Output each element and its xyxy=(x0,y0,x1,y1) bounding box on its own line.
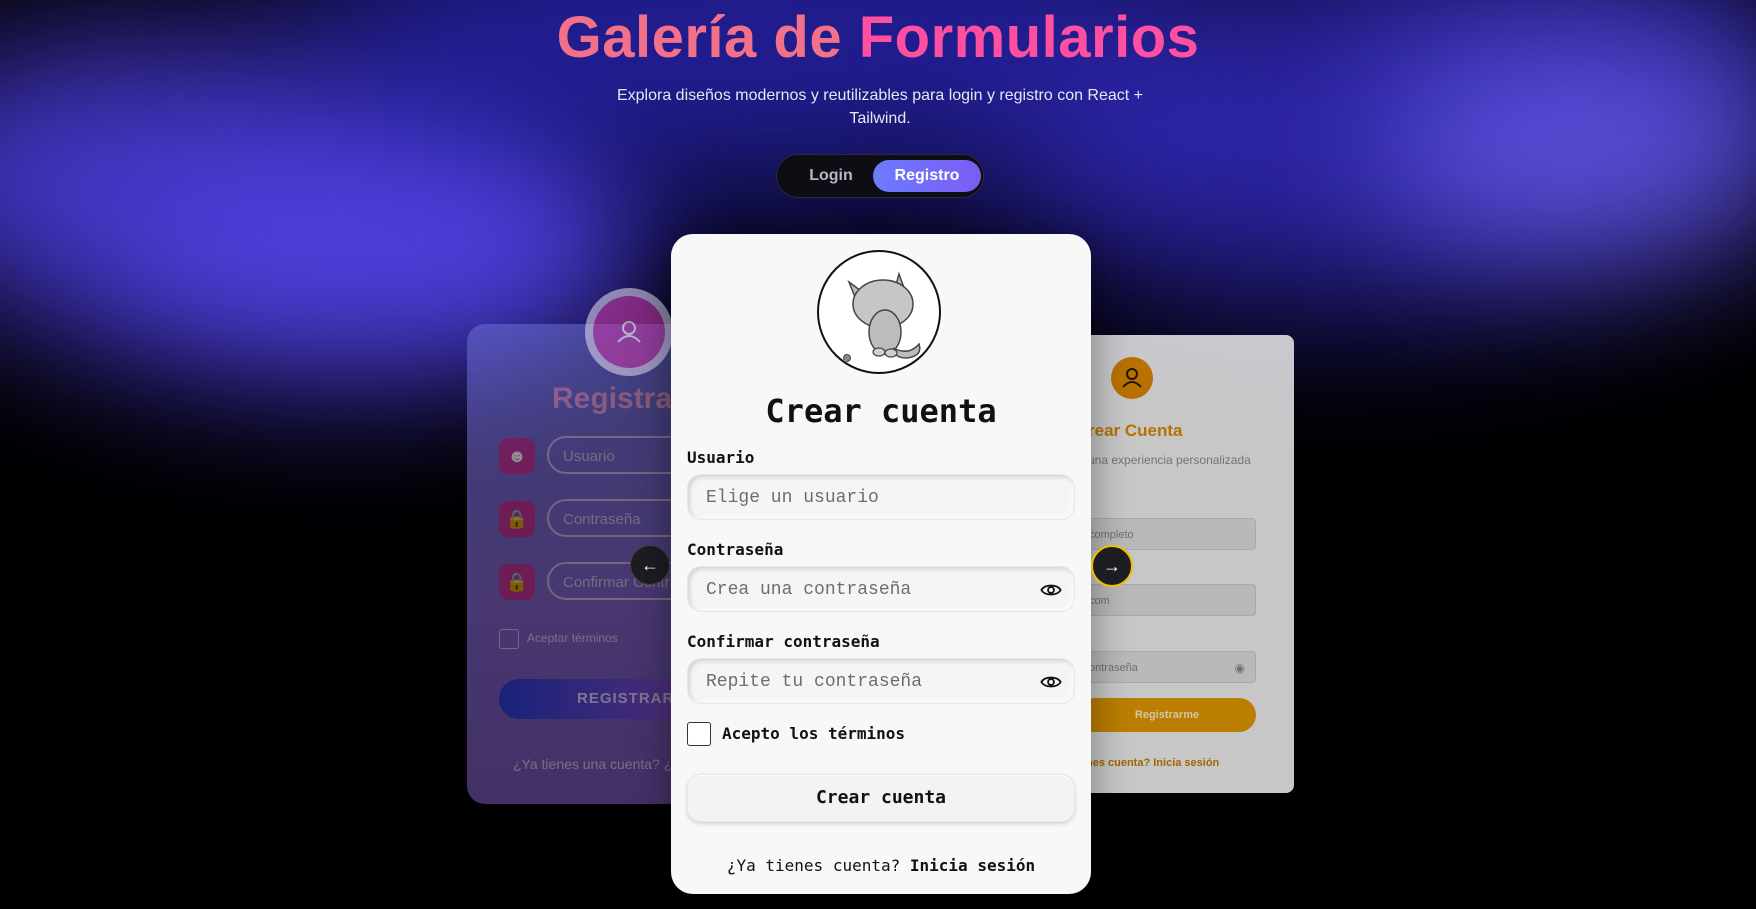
right-card-subtitle: una experiencia personalizada xyxy=(1088,453,1251,467)
password-label: Contraseña xyxy=(687,540,784,559)
lock-icon: 🔒 xyxy=(499,564,535,600)
user-icon: ☻ xyxy=(499,438,535,474)
terms-checkbox[interactable] xyxy=(687,722,711,746)
title-part-2: Formularios xyxy=(858,5,1200,70)
right-footer: nes cuenta? Inicia sesión xyxy=(1086,757,1220,769)
eye-icon[interactable] xyxy=(1040,671,1062,693)
page-title: Galería de Formularios xyxy=(0,4,1756,71)
cat-avatar xyxy=(817,250,941,374)
login-link[interactable]: Inicia sesión xyxy=(910,856,1035,875)
terms-label: Acepto los términos xyxy=(722,724,906,743)
user-icon xyxy=(593,296,665,368)
login-prompt: ¿Ya tienes cuenta? Inicia sesión xyxy=(671,856,1091,875)
left-terms-checkbox xyxy=(499,629,519,649)
right-email-input: com xyxy=(1078,584,1256,616)
form-type-toggle: Login Registro xyxy=(776,154,984,198)
card-title: Crear cuenta xyxy=(765,392,997,430)
title-part-1: Galería de xyxy=(556,5,843,70)
left-footer: ¿Ya tienes una cuenta? ¿In xyxy=(513,756,684,772)
toggle-register[interactable]: Registro xyxy=(873,160,981,192)
cat-illustration xyxy=(842,271,921,364)
register-card: Crear cuenta Usuario Contraseña Confirma… xyxy=(671,234,1091,894)
login-prompt-text: ¿Ya tienes cuenta? xyxy=(726,856,901,875)
confirm-label: Confirmar contraseña xyxy=(687,632,880,651)
lock-icon: 🔒 xyxy=(499,501,535,537)
page-subtitle: Explora diseños modernos y reutilizables… xyxy=(616,87,1144,127)
prev-arrow-button[interactable]: ← xyxy=(630,545,670,585)
confirm-field xyxy=(687,658,1075,705)
right-pass-placeholder: ontraseña xyxy=(1089,662,1138,674)
next-arrow-button[interactable]: → xyxy=(1091,545,1133,587)
create-account-button[interactable]: Crear cuenta xyxy=(687,774,1075,822)
toggle-login[interactable]: Login xyxy=(783,160,879,192)
right-card-title: rear Cuenta xyxy=(1088,421,1183,440)
left-terms-label: Aceptar términos xyxy=(527,631,618,645)
user-field xyxy=(687,474,1075,521)
eye-icon[interactable] xyxy=(1040,579,1062,601)
user-icon xyxy=(1111,357,1153,399)
left-avatar xyxy=(585,288,673,376)
password-input[interactable] xyxy=(704,567,1028,613)
password-field xyxy=(687,566,1075,613)
right-register-button: Registrarme xyxy=(1078,698,1256,732)
left-card-title: Registrar xyxy=(552,382,684,415)
eye-icon: ◉ xyxy=(1234,661,1245,675)
user-label: Usuario xyxy=(687,448,755,467)
confirm-input[interactable] xyxy=(704,659,1028,705)
user-input[interactable] xyxy=(704,475,1028,521)
right-pass-input: ontraseña ◉ xyxy=(1078,651,1256,683)
